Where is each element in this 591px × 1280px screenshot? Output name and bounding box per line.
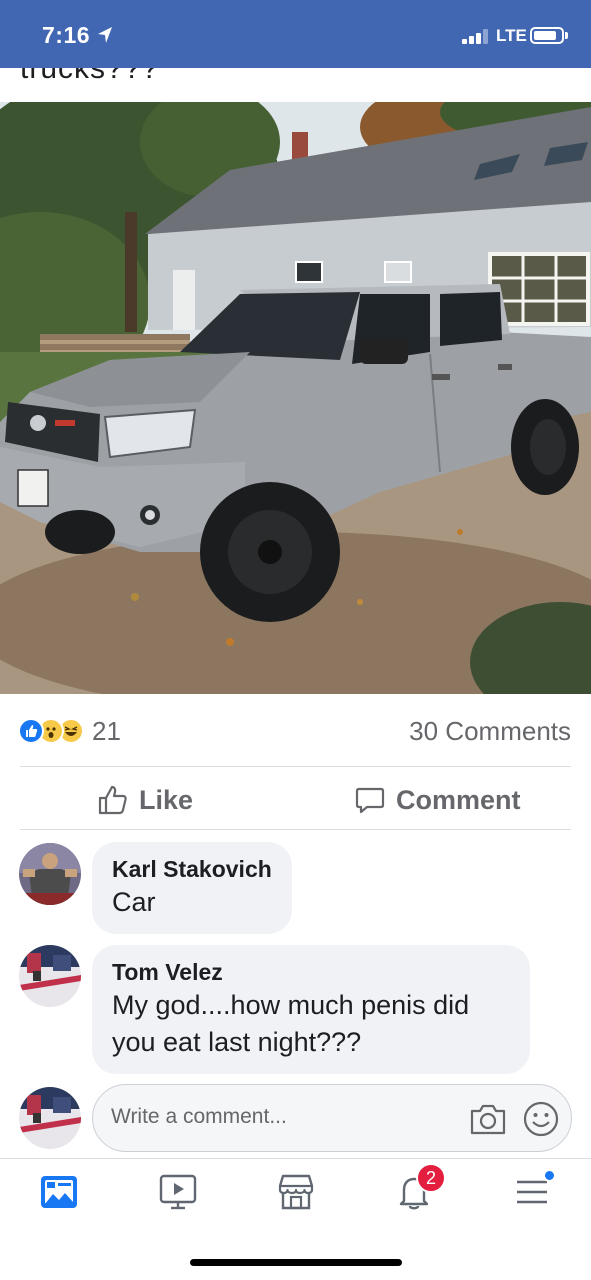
comment-button[interactable]: Comment (354, 780, 521, 820)
nav-marketplace[interactable] (272, 1168, 320, 1216)
camera-icon[interactable] (469, 1101, 507, 1137)
menu-notification-dot (543, 1169, 556, 1182)
location-arrow-icon (98, 27, 112, 43)
status-bar: 7:16 LTE (0, 0, 591, 68)
reaction-count: 21 (92, 715, 121, 746)
marketplace-icon (278, 1174, 314, 1210)
notifications-badge: 2 (416, 1163, 446, 1193)
comments-count-link[interactable]: 30 Comments (409, 716, 571, 747)
write-comment-placeholder: Write a comment... (111, 1105, 287, 1128)
post-photo[interactable] (0, 102, 591, 694)
post-caption: trucks??? (20, 68, 160, 85)
battery-icon (530, 27, 564, 44)
like-button[interactable]: Like (97, 780, 193, 820)
watch-icon (159, 1174, 197, 1210)
like-icon (18, 718, 44, 744)
comment-label: Comment (396, 784, 521, 815)
comment-text: Car (112, 887, 156, 917)
avatar[interactable] (19, 843, 81, 905)
signal-icon (462, 28, 492, 44)
reaction-summary[interactable]: 21 (18, 714, 121, 748)
bottom-nav-divider (0, 1158, 591, 1159)
network-label: LTE (496, 26, 527, 45)
comment-bubble[interactable]: Tom Velez My god....how much penis did y… (92, 945, 530, 1074)
comment-icon (355, 787, 385, 814)
comment-author[interactable]: Karl Stakovich (112, 854, 272, 884)
status-time: 7:16 (42, 22, 91, 48)
thumbs-up-icon (98, 785, 127, 815)
like-label: Like (139, 784, 194, 815)
emoji-icon[interactable] (523, 1101, 559, 1137)
write-comment-input[interactable]: Write a comment... (92, 1084, 572, 1152)
nav-watch[interactable] (154, 1168, 202, 1216)
avatar[interactable] (19, 945, 81, 1007)
nav-news-feed[interactable] (35, 1168, 83, 1216)
home-indicator[interactable] (190, 1259, 402, 1266)
pickup-truck-photo (0, 102, 591, 694)
news-feed-icon (41, 1176, 77, 1208)
comment-author[interactable]: Tom Velez (112, 957, 510, 987)
divider (20, 766, 571, 767)
comment-bubble[interactable]: Karl Stakovich Car (92, 842, 292, 934)
divider (20, 829, 571, 830)
comment-text: My god....how much penis did you eat las… (112, 990, 470, 1057)
avatar (19, 1087, 81, 1149)
